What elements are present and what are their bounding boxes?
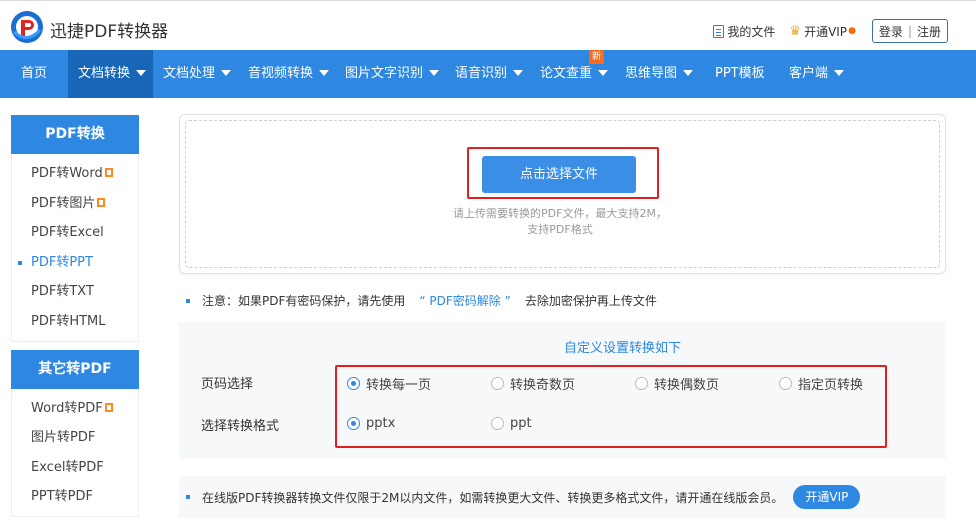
sidebar-item-word-to-pdf[interactable]: Word转PDF	[12, 394, 138, 424]
logo-icon[interactable]	[10, 10, 44, 44]
top-header: 迅捷PDF转换器 我的文件 ♛ 开通VIP ● 登录 | 注册	[0, 0, 976, 50]
hot-icon	[104, 402, 113, 412]
sidebar-item-pdf-to-word[interactable]: PDF转Word	[12, 159, 138, 189]
sidebar-item-label: PPT转PDF	[31, 489, 93, 505]
vip-notice-text: 在线版PDF转换器转换文件仅限于2M以内文件，如需转换更大文件、转换更多格式文件…	[202, 490, 784, 505]
sidebar-item-pdf-to-ppt[interactable]: PDF转PPT	[12, 248, 138, 278]
format-selection-label: 选择转换格式	[201, 419, 280, 434]
chevron-down-icon	[513, 69, 524, 76]
sidebar-item-pdf-to-html[interactable]: PDF转HTML	[12, 307, 138, 337]
sidebar-item-label: PDF转PPT	[31, 254, 93, 270]
upload-hint-line1: 请上传需要转换的PDF文件，最大支持2M，	[453, 207, 667, 220]
highlight-box-settings	[335, 365, 887, 448]
new-badge: 新	[589, 50, 605, 64]
pdf-password-remove-link[interactable]: “ PDF密码解除 ”	[419, 292, 510, 309]
upload-hint: 请上传需要转换的PDF文件，最大支持2M， 支持PDF格式	[380, 206, 740, 238]
nav-label: 文档转换	[78, 66, 131, 81]
sidebar-item-label: PDF转Word	[31, 166, 103, 181]
sidebar-list-other-to-pdf: Word转PDF 图片转PDF Excel转PDF PPT转PDF	[11, 388, 139, 517]
nav-label: 论文查重	[540, 66, 593, 81]
document-icon	[713, 24, 725, 38]
chevron-down-icon	[834, 69, 845, 76]
bullet-icon	[186, 495, 190, 499]
sidebar-item-image-to-pdf[interactable]: 图片转PDF	[12, 423, 138, 453]
nav-item-av-convert[interactable]: 音视频转换	[238, 50, 335, 98]
nav-label: 思维导图	[625, 66, 678, 81]
sidebar-item-pdf-to-txt[interactable]: PDF转TXT	[12, 277, 138, 307]
sidebar-list-pdf-convert: PDF转Word PDF转图片 PDF转Excel PDF转PPT PDF转TX…	[11, 154, 139, 342]
sidebar-item-label: PDF转HTML	[31, 313, 106, 329]
sidebar-item-label: Excel转PDF	[31, 459, 104, 475]
sidebar-item-label: Word转PDF	[31, 400, 103, 416]
login-register-box: 登录 | 注册	[871, 19, 948, 43]
sidebar-item-pdf-to-image[interactable]: PDF转图片	[12, 189, 138, 219]
nav-item-ppt-template[interactable]: PPT模板	[705, 50, 779, 98]
vip-notice-bar: 在线版PDF转换器转换文件仅限于2M以内文件，如需转换更大文件、转换更多格式文件…	[179, 476, 946, 518]
sidebar-item-pdf-to-excel[interactable]: PDF转Excel	[12, 218, 138, 248]
nav-item-mind-map[interactable]: 思维导图	[615, 50, 705, 98]
nav-item-doc-process[interactable]: 文档处理	[153, 50, 238, 98]
login-separator: |	[907, 24, 912, 38]
nav-label: 语音识别	[455, 66, 508, 81]
nav-item-image-ocr[interactable]: 图片文字识别	[335, 50, 445, 98]
chevron-down-icon	[683, 69, 694, 76]
nav-label: 音视频转换	[248, 66, 314, 81]
vip-label: 开通VIP	[804, 24, 848, 39]
nav-label: PPT模板	[715, 66, 765, 81]
settings-title: 自定义设置转换如下	[563, 341, 681, 356]
chevron-down-icon	[319, 69, 330, 76]
nav-item-doc-convert[interactable]: 文档转换	[68, 50, 153, 98]
note-prefix: 注意：如果PDF有密码保护，请先使用	[202, 294, 406, 308]
hot-icon	[97, 197, 106, 207]
highlight-box-select-file	[467, 147, 659, 199]
chevron-down-icon	[136, 69, 147, 76]
nav-item-speech-recognition[interactable]: 语音识别	[445, 50, 530, 98]
sidebar-item-ppt-to-pdf[interactable]: PPT转PDF	[12, 482, 138, 512]
nav-item-home[interactable]: 首页	[0, 50, 68, 98]
sidebar-item-label: PDF转图片	[31, 195, 96, 211]
login-link[interactable]: 登录	[879, 23, 903, 40]
open-vip-button[interactable]: 开通VIP	[793, 485, 861, 509]
main-nav: 首页 文档转换 文档处理 音视频转换 图片文字识别 语音识别 论文查重 新 思维导…	[0, 50, 976, 98]
sidebar-item-label: 图片转PDF	[31, 430, 96, 446]
password-note: 注意：如果PDF有密码保护，请先使用 “ PDF密码解除 ” 去除加密保护再上传…	[186, 292, 657, 309]
vip-link[interactable]: ♛ 开通VIP ●	[789, 23, 856, 40]
nav-item-client[interactable]: 客户端	[779, 50, 859, 98]
hot-icon	[104, 168, 113, 177]
nav-label: 客户端	[789, 66, 829, 81]
sidebar: PDF转换 PDF转Word PDF转图片 PDF转Excel PDF转PPT …	[11, 115, 139, 517]
sidebar-item-label: PDF转TXT	[31, 284, 94, 300]
fire-icon: ●	[848, 26, 856, 36]
brand-name[interactable]: 迅捷PDF转换器	[50, 17, 168, 42]
chevron-down-icon	[221, 69, 232, 76]
nav-item-thesis-check[interactable]: 论文查重 新	[530, 50, 615, 98]
chevron-down-icon	[429, 69, 440, 76]
nav-label: 首页	[20, 66, 47, 81]
crown-icon: ♛	[789, 23, 802, 39]
sidebar-group-pdf-convert: PDF转换	[11, 115, 139, 154]
nav-label: 文档处理	[163, 66, 216, 81]
my-files-link[interactable]: 我的文件	[713, 23, 775, 40]
chevron-down-icon	[598, 69, 609, 76]
sidebar-group-other-to-pdf: 其它转PDF	[11, 349, 139, 389]
nav-label: 图片文字识别	[345, 66, 424, 81]
bullet-icon	[186, 298, 190, 303]
my-files-label: 我的文件	[727, 24, 776, 39]
sidebar-item-label: PDF转Excel	[31, 225, 104, 241]
page-selection-label: 页码选择	[201, 377, 254, 392]
register-link[interactable]: 注册	[917, 23, 941, 40]
sidebar-item-excel-to-pdf[interactable]: Excel转PDF	[12, 453, 138, 483]
upload-hint-line2: 支持PDF格式	[527, 223, 593, 236]
note-suffix: 去除加密保护再上传文件	[524, 294, 657, 308]
top-right-links: 我的文件 ♛ 开通VIP ● 登录 | 注册	[713, 19, 948, 43]
